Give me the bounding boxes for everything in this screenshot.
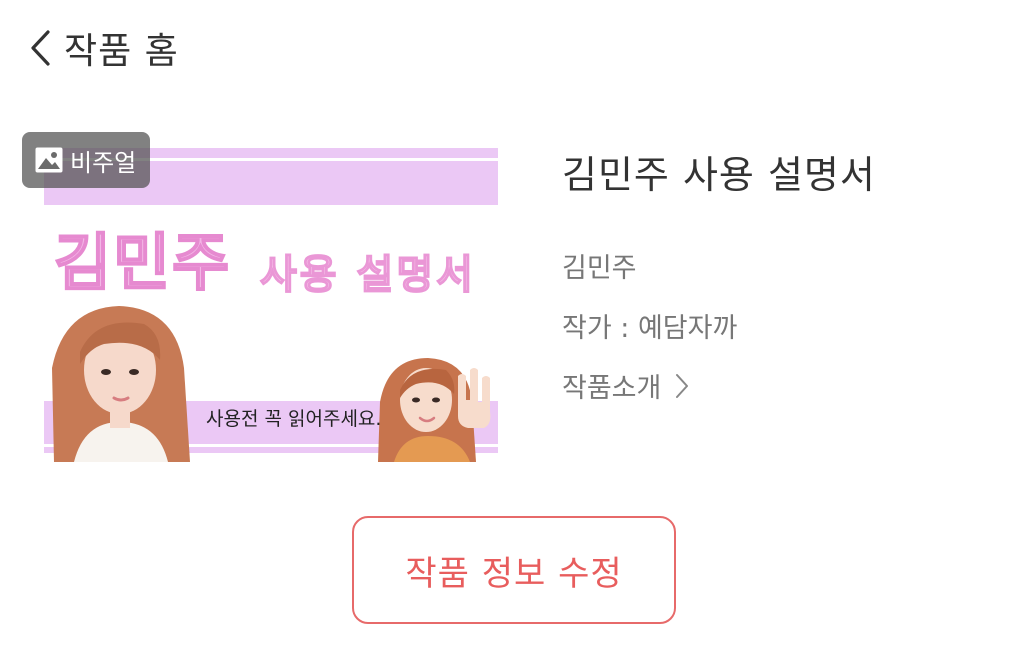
chevron-left-icon	[31, 30, 50, 66]
person-right-illustration	[378, 358, 491, 462]
back-button[interactable]	[10, 18, 70, 78]
cover-image[interactable]: 김민주 사용 설명서 사용전 꼭 읽어주세요.	[44, 148, 498, 462]
chevron-right-icon	[676, 373, 689, 398]
page-title: 작품 홈	[64, 31, 179, 72]
visual-badge-label: 비주얼	[70, 148, 137, 177]
visual-badge: 비주얼	[22, 132, 151, 188]
cover-title-sub: 사용 설명서	[259, 251, 476, 299]
edit-work-info-button[interactable]: 작품 정보 수정	[352, 516, 676, 624]
work-name: 김민주	[562, 253, 637, 284]
person-left-illustration	[52, 306, 190, 462]
cover-subtitle: 사용전 꼭 읽어주세요.	[206, 408, 382, 430]
work-intro-label: 작품소개	[562, 373, 662, 404]
header: 작품 홈	[0, 18, 179, 78]
cover-title-main: 김민주	[53, 225, 232, 300]
work-author: 작가 : 예담자까	[562, 313, 738, 344]
image-icon	[35, 147, 63, 173]
work-title: 김민주 사용 설명서	[562, 153, 876, 197]
work-home-page: 작품 홈 김민주 사용 설명서 사용전 꼭 읽어주세요. 비주얼 김민주 사용 …	[0, 0, 1013, 653]
work-intro-link[interactable]: 작품소개	[562, 366, 689, 405]
